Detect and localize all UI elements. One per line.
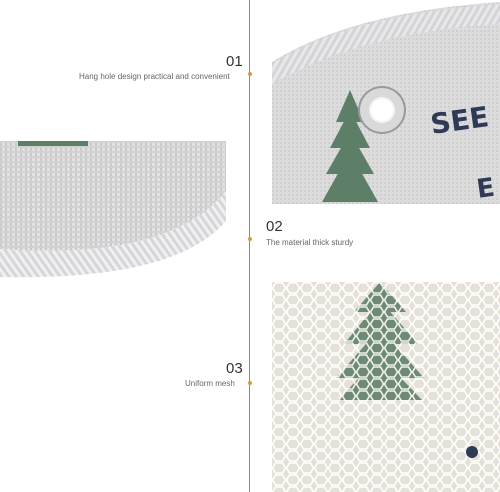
feature-caption-01: Hang hole design practical and convenien… [79, 72, 230, 81]
hang-hole-photo: SEE E [272, 2, 500, 204]
timeline-dot-03 [248, 381, 252, 385]
mesh-photo [272, 282, 500, 492]
material-photo [0, 141, 226, 281]
feature-number-02: 02 [266, 218, 283, 235]
timeline-dot-01 [248, 72, 252, 76]
feature-caption-02: The material thick sturdy [266, 238, 354, 247]
feature-number-03: 03 [226, 360, 243, 377]
feature-number-01: 01 [226, 53, 243, 70]
feature-caption-03: Uniform mesh [185, 379, 235, 388]
timeline-dot-02 [248, 237, 252, 241]
